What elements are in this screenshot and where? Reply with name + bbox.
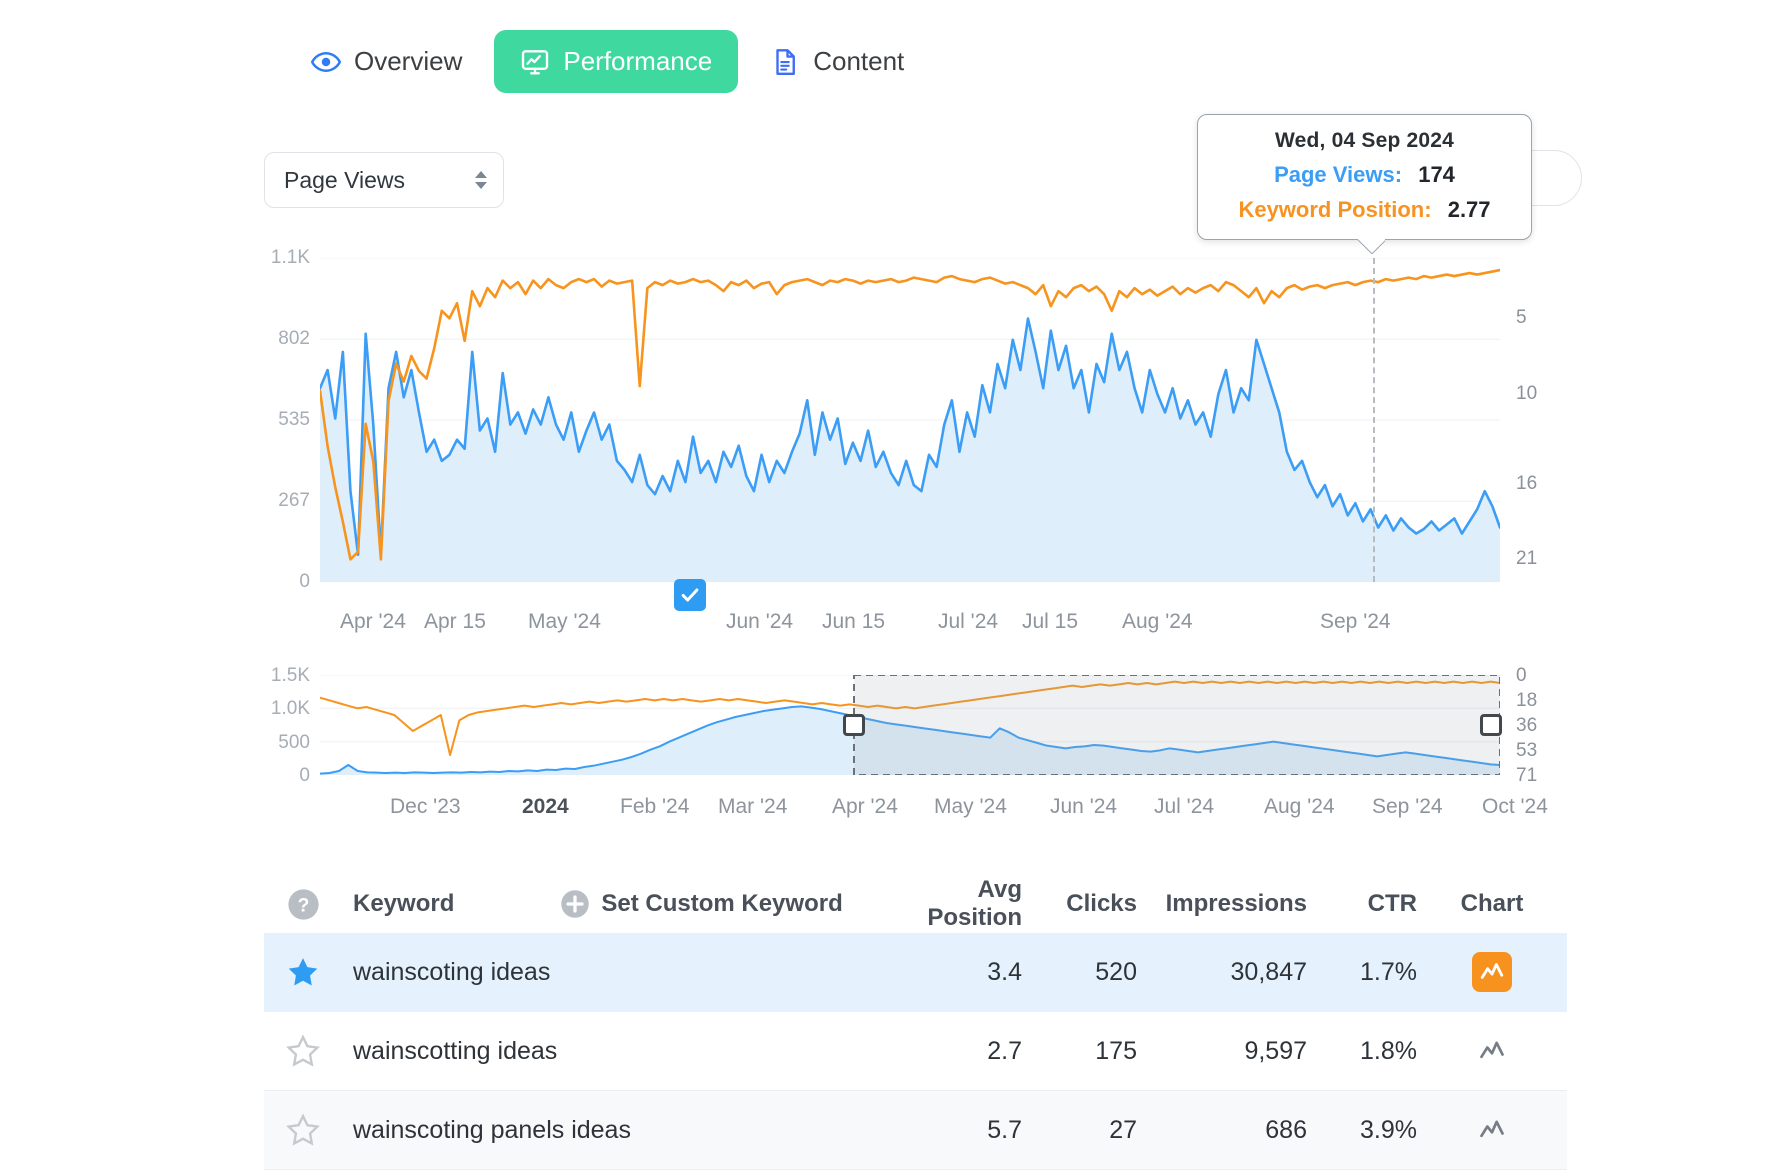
navigator-x-tick: Mar '24 (718, 795, 788, 818)
navigator-x-tick: Feb '24 (620, 795, 690, 818)
navigator-x-tick: Jun '24 (1050, 795, 1118, 818)
navigator-x-tick: Oct '24 (1482, 795, 1548, 818)
row-impressions: 686 (1265, 1115, 1307, 1144)
column-header-ctr[interactable]: CTR (1307, 890, 1417, 918)
star-icon-outline[interactable] (264, 1034, 342, 1068)
navigator-x-tick: Aug '24 (1264, 795, 1335, 818)
column-header-avg-position[interactable]: Avg Position (882, 876, 1022, 932)
main-y-right-tick: 10 (1516, 382, 1538, 404)
row-clicks: 175 (1095, 1036, 1137, 1065)
navigator-x-tick: Dec '23 (390, 795, 461, 818)
main-x-tick: Jun '24 (726, 610, 794, 633)
row-chart-toggle[interactable] (1417, 952, 1567, 992)
chart-line-icon-active (1472, 952, 1512, 992)
tooltip-page-views-label: Page Views: (1274, 162, 1403, 187)
row-chart-toggle[interactable] (1417, 1037, 1567, 1065)
row-avg-position: 5.7 (987, 1115, 1022, 1144)
row-impressions: 30,847 (1230, 957, 1307, 986)
table-header-row: ? Keyword Set Custom Keyword Avg Positio… (264, 875, 1567, 933)
main-x-tick: Apr '24 (340, 610, 406, 633)
navigator-y-left-tick: 500 (278, 731, 310, 753)
column-header-clicks[interactable]: Clicks (1022, 890, 1137, 918)
chart-line-icon (1478, 1037, 1506, 1065)
navigator-x-tick: Sep '24 (1372, 795, 1443, 818)
tooltip-page-views-value: 174 (1418, 162, 1455, 187)
main-y-right-tick: 16 (1516, 473, 1538, 495)
annotation-checkbox[interactable] (674, 579, 706, 611)
row-clicks: 27 (1109, 1115, 1137, 1144)
row-impressions: 9,597 (1244, 1036, 1307, 1065)
navigator-x-tick: Apr '24 (832, 795, 898, 818)
main-x-tick: Jul '24 (938, 610, 999, 633)
main-x-tick: Jun 15 (822, 610, 886, 633)
tooltip-keyword-position-label: Keyword Position: (1238, 197, 1432, 222)
navigator-handle-right[interactable] (1480, 714, 1502, 736)
navigator-y-left-tick: 0 (299, 765, 310, 786)
hover-crosshair (1373, 258, 1375, 582)
chart-line-icon (1478, 1116, 1506, 1144)
row-keyword: wainscoting ideas (353, 957, 551, 986)
row-keyword: wainscotting ideas (353, 1036, 558, 1065)
main-y-left-tick: 267 (278, 490, 310, 512)
main-y-left-tick: 535 (278, 409, 310, 430)
table-row[interactable]: wainscoting panels ideas 5.7 27 686 3.9% (264, 1091, 1567, 1170)
navigator-y-right-tick: 18 (1516, 690, 1538, 711)
main-chart[interactable] (320, 258, 1500, 582)
main-x-tick: Apr 15 (424, 610, 486, 633)
star-icon-filled[interactable] (264, 955, 342, 989)
navigator-y-right-tick: 0 (1516, 665, 1527, 686)
help-icon[interactable]: ? (264, 888, 342, 921)
main-x-tick: Sep '24 (1320, 610, 1391, 633)
main-x-tick: Aug '24 (1122, 610, 1193, 633)
plus-circle-icon (560, 889, 590, 919)
navigator-y-right-tick: 53 (1516, 740, 1538, 761)
main-x-tick: May '24 (528, 610, 601, 633)
main-y-left-tick: 802 (278, 328, 310, 350)
row-avg-position: 3.4 (987, 957, 1022, 986)
table-row[interactable]: wainscotting ideas 2.7 175 9,597 1.8% (264, 1012, 1567, 1091)
main-y-right-tick: 21 (1516, 548, 1538, 570)
set-custom-keyword-label: Set Custom Keyword (601, 890, 843, 917)
navigator-chart[interactable] (320, 675, 1500, 775)
navigator-y-left-tick: 1.5K (270, 665, 310, 686)
row-ctr: 1.7% (1360, 957, 1417, 986)
svg-text:?: ? (297, 895, 309, 916)
star-icon-outline[interactable] (264, 1113, 342, 1147)
navigator-x-tick: Jul '24 (1154, 795, 1215, 818)
navigator-x-tick: 2024 (522, 795, 569, 818)
navigator-y-right-tick: 71 (1516, 765, 1538, 786)
chart-tooltip: Wed, 04 Sep 2024 Page Views: 174 Keyword… (1197, 114, 1532, 240)
column-header-keyword: Keyword Set Custom Keyword (342, 889, 882, 919)
main-y-left-tick: 1.1K (270, 247, 310, 268)
main-y-left-tick: 0 (299, 571, 310, 592)
row-avg-position: 2.7 (987, 1036, 1022, 1065)
navigator-x-tick: May '24 (934, 795, 1007, 818)
tooltip-keyword-position-value: 2.77 (1447, 197, 1491, 222)
tooltip-row-page-views: Page Views: 174 (1216, 162, 1513, 188)
row-ctr: 1.8% (1360, 1036, 1417, 1065)
row-clicks: 520 (1095, 957, 1137, 986)
tooltip-arrow (1357, 239, 1385, 254)
tooltip-date: Wed, 04 Sep 2024 (1274, 129, 1455, 152)
column-header-impressions[interactable]: Impressions (1137, 890, 1307, 918)
navigator-y-left-tick: 1.0K (270, 698, 310, 720)
column-header-chart: Chart (1460, 890, 1524, 917)
column-header-keyword-label: Keyword (353, 890, 455, 917)
row-ctr: 3.9% (1360, 1115, 1417, 1144)
set-custom-keyword-button[interactable]: Set Custom Keyword (560, 889, 843, 919)
row-keyword: wainscoting panels ideas (353, 1115, 631, 1144)
table-row[interactable]: wainscoting ideas 3.4 520 30,847 1.7% (264, 933, 1567, 1012)
navigator-handle-left[interactable] (843, 714, 865, 736)
tooltip-row-keyword-position: Keyword Position: 2.77 (1216, 197, 1513, 223)
keywords-table: ? Keyword Set Custom Keyword Avg Positio… (264, 875, 1567, 1170)
row-chart-toggle[interactable] (1417, 1116, 1567, 1144)
navigator-y-right-tick: 36 (1516, 715, 1538, 736)
main-x-tick: Jul 15 (1022, 610, 1079, 633)
main-y-right-tick: 5 (1516, 307, 1527, 329)
